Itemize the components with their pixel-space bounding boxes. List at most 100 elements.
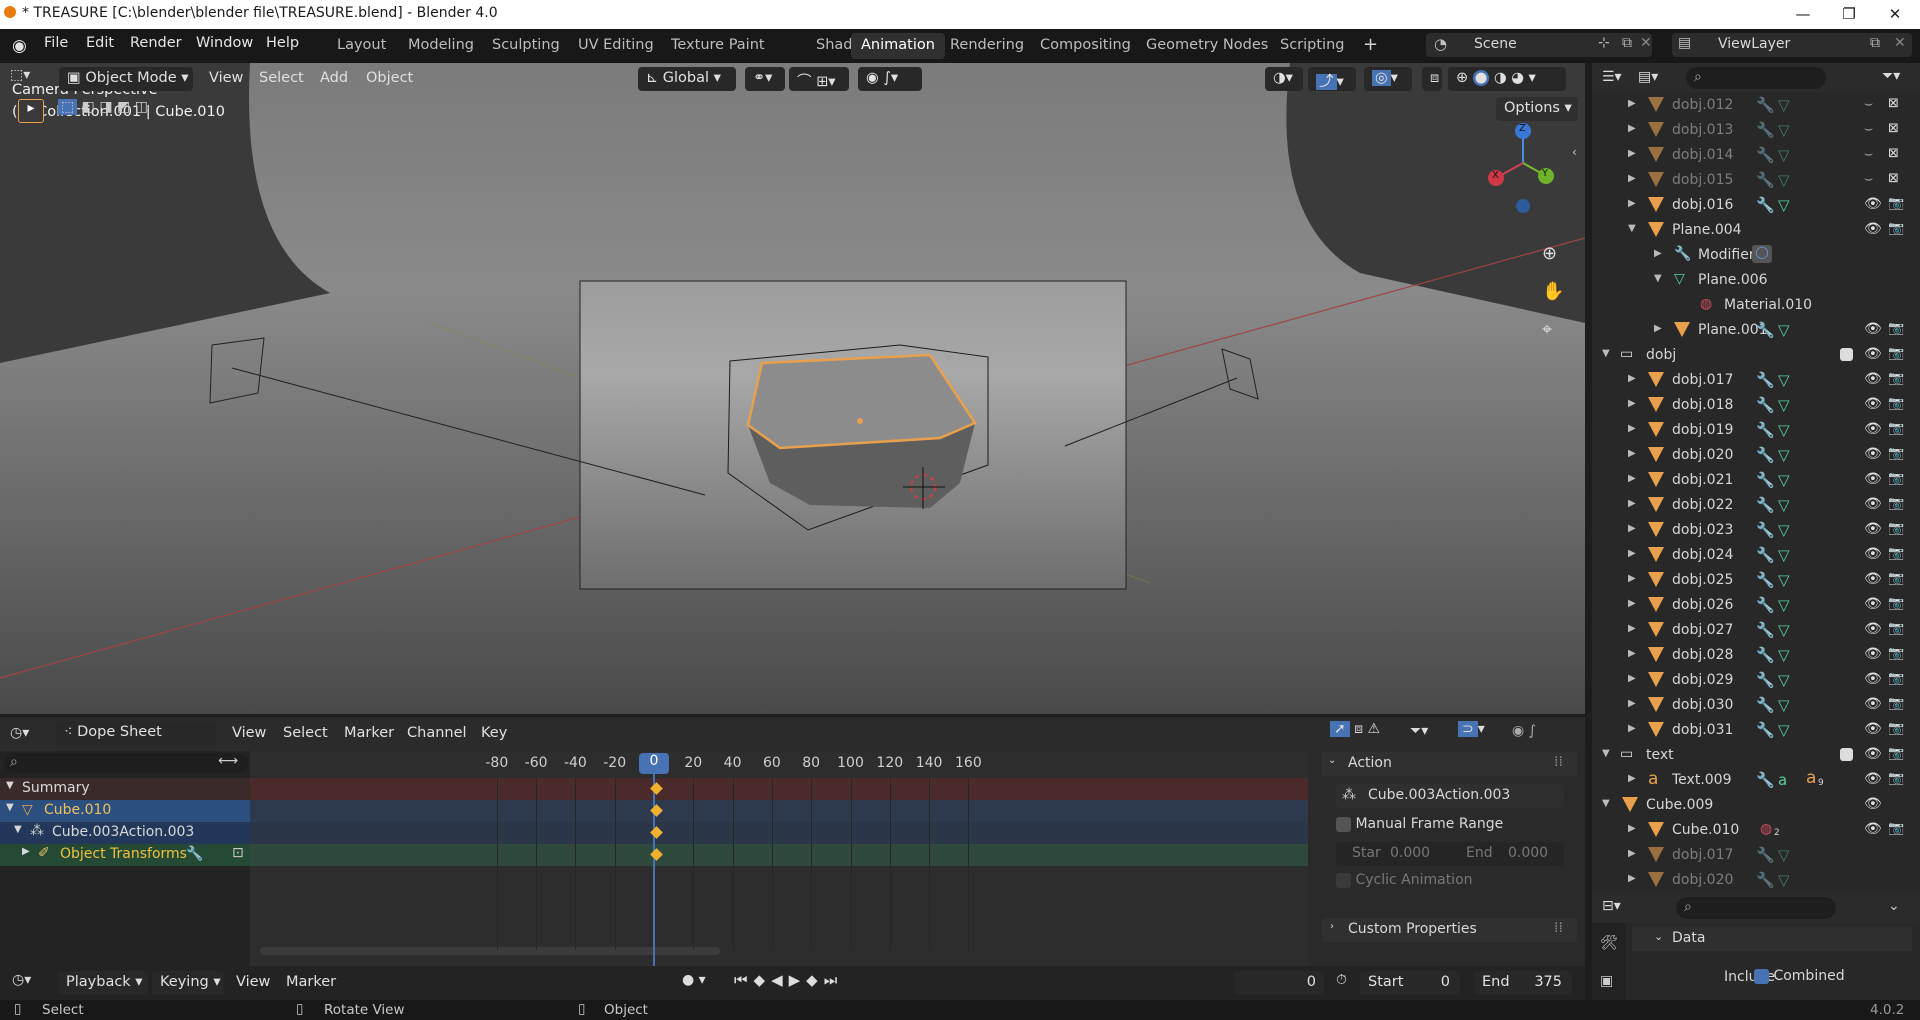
outliner-search[interactable]: ⌕ bbox=[1686, 67, 1826, 89]
mesh-data-icon[interactable]: ▽ bbox=[1778, 846, 1790, 864]
channel-summary[interactable]: ▼ Summary bbox=[0, 778, 250, 800]
menu-help[interactable]: Help bbox=[266, 35, 299, 51]
jump-end-icon[interactable]: ⏭ bbox=[824, 971, 844, 989]
editor-type-3d[interactable]: ⬚▾ bbox=[10, 67, 48, 91]
modifier-wrench-icon[interactable]: 🔧 bbox=[1756, 146, 1775, 164]
outliner-row[interactable]: ▶ 🔧 Modifiers ◯ bbox=[1592, 243, 1920, 268]
proportional-edit[interactable]: ◉ ∫▾ bbox=[858, 67, 922, 91]
outliner-row[interactable]: ▼ ▽ Plane.006 bbox=[1592, 268, 1920, 293]
vp-menu-view[interactable]: View bbox=[209, 70, 243, 86]
eye-icon[interactable]: 👁 bbox=[1864, 596, 1882, 612]
jump-start-icon[interactable]: ⏮ bbox=[734, 971, 754, 989]
expand-icon[interactable]: ▶ bbox=[1628, 848, 1636, 859]
outliner-row[interactable]: ▶ dobj.029 🔧 ▽ 👁 📷 bbox=[1592, 668, 1920, 693]
vp-menu-select[interactable]: Select bbox=[259, 70, 304, 86]
outliner-row[interactable]: ▶ dobj.014 🔧 ▽ ⌣ ⊠ bbox=[1592, 143, 1920, 168]
current-frame-field[interactable]: 0 bbox=[1234, 971, 1324, 995]
play-reverse-icon[interactable]: ◀ bbox=[771, 971, 789, 989]
hidden-eye-icon[interactable]: ⌣ bbox=[1864, 146, 1873, 162]
modifier-wrench-icon[interactable]: 🔧 bbox=[1756, 396, 1775, 414]
blender-menu-icon[interactable]: ◉ bbox=[12, 36, 32, 56]
ds-menu-marker[interactable]: Marker bbox=[344, 725, 394, 741]
outliner-row[interactable]: ▶ dobj.019 🔧 ▽ 👁 📷 bbox=[1592, 418, 1920, 443]
outliner-row[interactable]: ▶ dobj.016 🔧 ▽ 👁 📷 bbox=[1592, 193, 1920, 218]
expand-icon[interactable]: ▼ bbox=[1628, 223, 1636, 234]
data-panel-header[interactable]: ⌄ Data bbox=[1632, 927, 1912, 951]
action-panel-header[interactable]: ⌄ Action ⁞⁞ bbox=[1322, 752, 1577, 776]
eye-icon[interactable]: 👁 bbox=[1864, 696, 1882, 712]
render-camera-icon[interactable]: 📷 bbox=[1888, 421, 1904, 436]
expand-icon[interactable]: ▶ bbox=[1628, 198, 1636, 209]
render-camera-icon[interactable]: 📷 bbox=[1888, 496, 1904, 511]
hidden-eye-icon[interactable]: ⌣ bbox=[1864, 121, 1873, 137]
mesh-data-icon[interactable]: ▽ bbox=[1778, 446, 1790, 464]
lock-icon[interactable]: ⊡ bbox=[232, 845, 244, 861]
render-camera-icon[interactable]: 📷 bbox=[1888, 321, 1904, 336]
stopwatch-icon[interactable]: ⏱ bbox=[1336, 972, 1347, 988]
render-disabled-icon[interactable]: ⊠ bbox=[1888, 121, 1899, 136]
start-frame-field[interactable]: Start 0 bbox=[1360, 971, 1460, 995]
expand-icon[interactable]: ▶ bbox=[1628, 523, 1636, 534]
outliner-row[interactable]: ▶ dobj.017 🔧 ▽ bbox=[1592, 843, 1920, 868]
ds-menu-channel[interactable]: Channel bbox=[407, 725, 467, 741]
render-camera-icon[interactable]: 📷 bbox=[1888, 446, 1904, 461]
render-camera-icon[interactable]: 📷 bbox=[1888, 746, 1904, 761]
outliner-editor-icon[interactable]: ☰▾ bbox=[1602, 69, 1622, 85]
outliner-row[interactable]: ▶ dobj.027 🔧 ▽ 👁 📷 bbox=[1592, 618, 1920, 643]
current-frame-indicator[interactable]: 0 bbox=[639, 753, 669, 774]
menu-render[interactable]: Render bbox=[130, 35, 182, 51]
outliner-row[interactable]: ▶ dobj.030 🔧 ▽ 👁 📷 bbox=[1592, 693, 1920, 718]
expand-icon[interactable]: ▶ bbox=[1628, 423, 1636, 434]
snap-dropdown[interactable]: ⌒ ⊞▾ bbox=[789, 67, 849, 91]
outliner-row[interactable]: ▶ dobj.020 🔧 ▽ 👁 📷 bbox=[1592, 443, 1920, 468]
properties-editor[interactable]: ⊟▾ ⌕ ⌄ 🛠 ▣ ⌄ Data Include Combined bbox=[1592, 893, 1920, 1000]
expand-icon[interactable]: ▶ bbox=[1628, 448, 1636, 459]
tab-uv-editing[interactable]: UV Editing bbox=[568, 33, 664, 59]
outliner-row[interactable]: ▶ dobj.021 🔧 ▽ 👁 📷 bbox=[1592, 468, 1920, 493]
expand-icon[interactable]: ▶ bbox=[1628, 648, 1636, 659]
mesh-data-icon[interactable]: ▽ bbox=[1778, 421, 1790, 439]
expand-icon[interactable]: ▶ bbox=[1628, 673, 1636, 684]
expand-icon[interactable]: ▶ bbox=[1628, 623, 1636, 634]
modifier-wrench-icon[interactable]: 🔧 bbox=[1756, 571, 1775, 589]
expand-icon[interactable]: ▶ bbox=[1628, 148, 1636, 159]
vp-menu-add[interactable]: Add bbox=[320, 70, 348, 86]
tool-tab-icon[interactable]: 🛠 bbox=[1600, 935, 1618, 951]
only-selected-toggles[interactable]: ➚ ⧈ ⚠ bbox=[1330, 721, 1390, 745]
modifier-wrench-icon[interactable]: 🔧 bbox=[1756, 471, 1775, 489]
render-camera-icon[interactable]: 📷 bbox=[1888, 371, 1904, 386]
eye-icon[interactable]: 👁 bbox=[1864, 621, 1882, 637]
render-camera-icon[interactable]: 📷 bbox=[1888, 671, 1904, 686]
eye-icon[interactable]: 👁 bbox=[1864, 496, 1882, 512]
mesh-data-icon[interactable]: ▽ bbox=[1778, 471, 1790, 489]
eye-icon[interactable]: 👁 bbox=[1864, 196, 1882, 212]
outliner-row[interactable]: ▶ dobj.022 🔧 ▽ 👁 📷 bbox=[1592, 493, 1920, 518]
modifier-wrench-icon[interactable]: 🔧 bbox=[1756, 496, 1775, 514]
outliner-row[interactable]: ▶ dobj.020 🔧 ▽ bbox=[1592, 868, 1920, 893]
outliner-row[interactable]: ▶ dobj.031 🔧 ▽ 👁 📷 bbox=[1592, 718, 1920, 743]
modifier-wrench-icon[interactable]: 🔧 bbox=[1756, 846, 1775, 864]
expand-icon[interactable]: ▶ bbox=[1628, 873, 1636, 884]
modifier-wrench-icon[interactable]: 🔧 bbox=[1756, 171, 1775, 189]
pin-icon[interactable]: ⊹ bbox=[1598, 35, 1610, 51]
menu-window[interactable]: Window bbox=[196, 35, 253, 51]
delete-scene-icon[interactable]: ✕ bbox=[1640, 35, 1652, 51]
add-workspace-button[interactable]: + bbox=[1353, 30, 1388, 56]
eye-icon[interactable]: 👁 bbox=[1864, 421, 1882, 437]
expand-icon[interactable]: ▶ bbox=[1628, 548, 1636, 559]
exclude-checkbox[interactable] bbox=[1840, 348, 1853, 361]
scene-selector[interactable]: ◔ Scene ⊹ ⧉ ✕ bbox=[1426, 33, 1652, 57]
modifier-wrench-icon[interactable]: 🔧 bbox=[1756, 721, 1775, 739]
mesh-data-icon[interactable]: ▽ bbox=[1778, 321, 1790, 339]
eye-icon[interactable]: 👁 bbox=[1864, 796, 1882, 812]
expand-icon[interactable]: ▶ bbox=[1628, 98, 1636, 109]
vp-menu-object[interactable]: Object bbox=[366, 70, 413, 86]
eye-icon[interactable]: 👁 bbox=[1864, 471, 1882, 487]
eye-icon[interactable]: 👁 bbox=[1864, 446, 1882, 462]
eye-icon[interactable]: 👁 bbox=[1864, 821, 1882, 837]
outliner-row[interactable]: ▶ dobj.023 🔧 ▽ 👁 📷 bbox=[1592, 518, 1920, 543]
render-camera-icon[interactable]: 📷 bbox=[1888, 471, 1904, 486]
select-tool-icon[interactable]: ▸ bbox=[18, 99, 44, 123]
exclude-checkbox[interactable] bbox=[1840, 748, 1853, 761]
ds-filter-icon[interactable]: ⏷▾ bbox=[1410, 723, 1428, 739]
